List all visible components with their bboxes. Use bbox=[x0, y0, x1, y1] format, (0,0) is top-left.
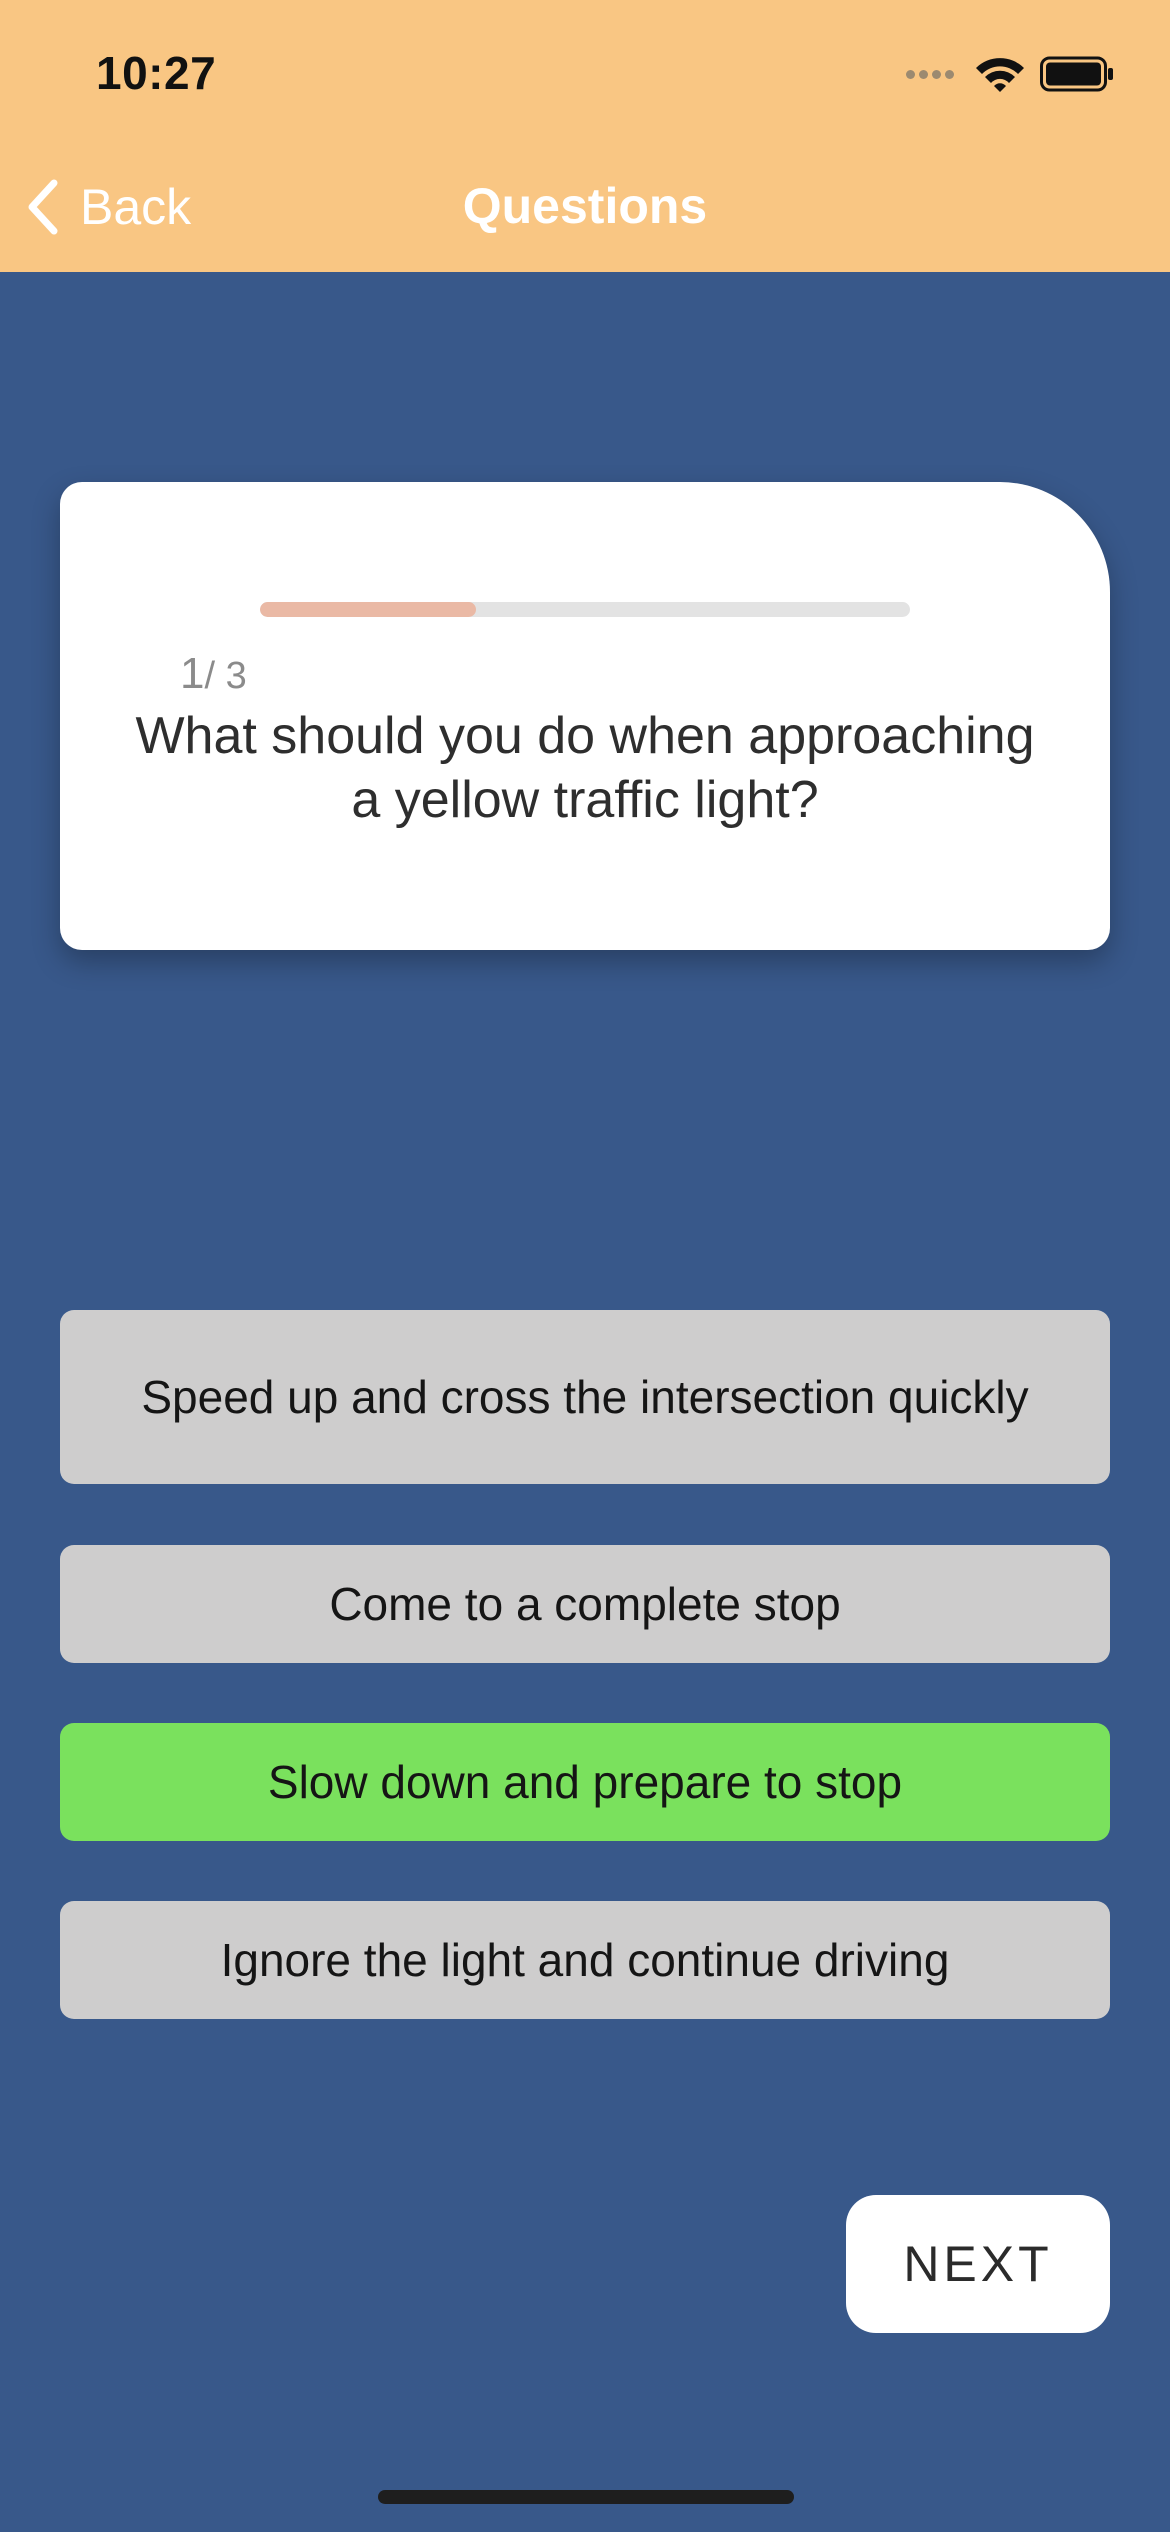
page-title: Questions bbox=[462, 178, 708, 234]
home-indicator bbox=[378, 2490, 794, 2504]
question-counter: 1/ 3 bbox=[180, 652, 247, 696]
status-icons bbox=[906, 52, 1114, 96]
battery-icon bbox=[1040, 56, 1113, 92]
counter-current: 1 bbox=[180, 649, 205, 698]
answer-option-2[interactable]: Come to a complete stop bbox=[60, 1545, 1110, 1663]
question-text: What should you do when approaching a ye… bbox=[135, 707, 1035, 829]
answer-option-3[interactable]: Slow down and prepare to stop bbox=[60, 1723, 1110, 1841]
progress-fill bbox=[260, 602, 477, 617]
answer-option-1[interactable]: Speed up and cross the intersection quic… bbox=[60, 1310, 1110, 1484]
status-time: 10:27 bbox=[96, 47, 217, 99]
cellular-signal-icon bbox=[906, 69, 958, 79]
progress-bar bbox=[260, 602, 910, 617]
answer-option-4[interactable]: Ignore the light and continue driving bbox=[60, 1901, 1110, 2019]
app-header: 10:27 Back Questions bbox=[0, 0, 1170, 272]
next-button[interactable]: NEXT bbox=[846, 2195, 1110, 2333]
wifi-icon bbox=[976, 58, 1024, 92]
question-card: 1/ 3 What should you do when approaching… bbox=[60, 482, 1110, 950]
counter-total: / 3 bbox=[204, 655, 247, 697]
